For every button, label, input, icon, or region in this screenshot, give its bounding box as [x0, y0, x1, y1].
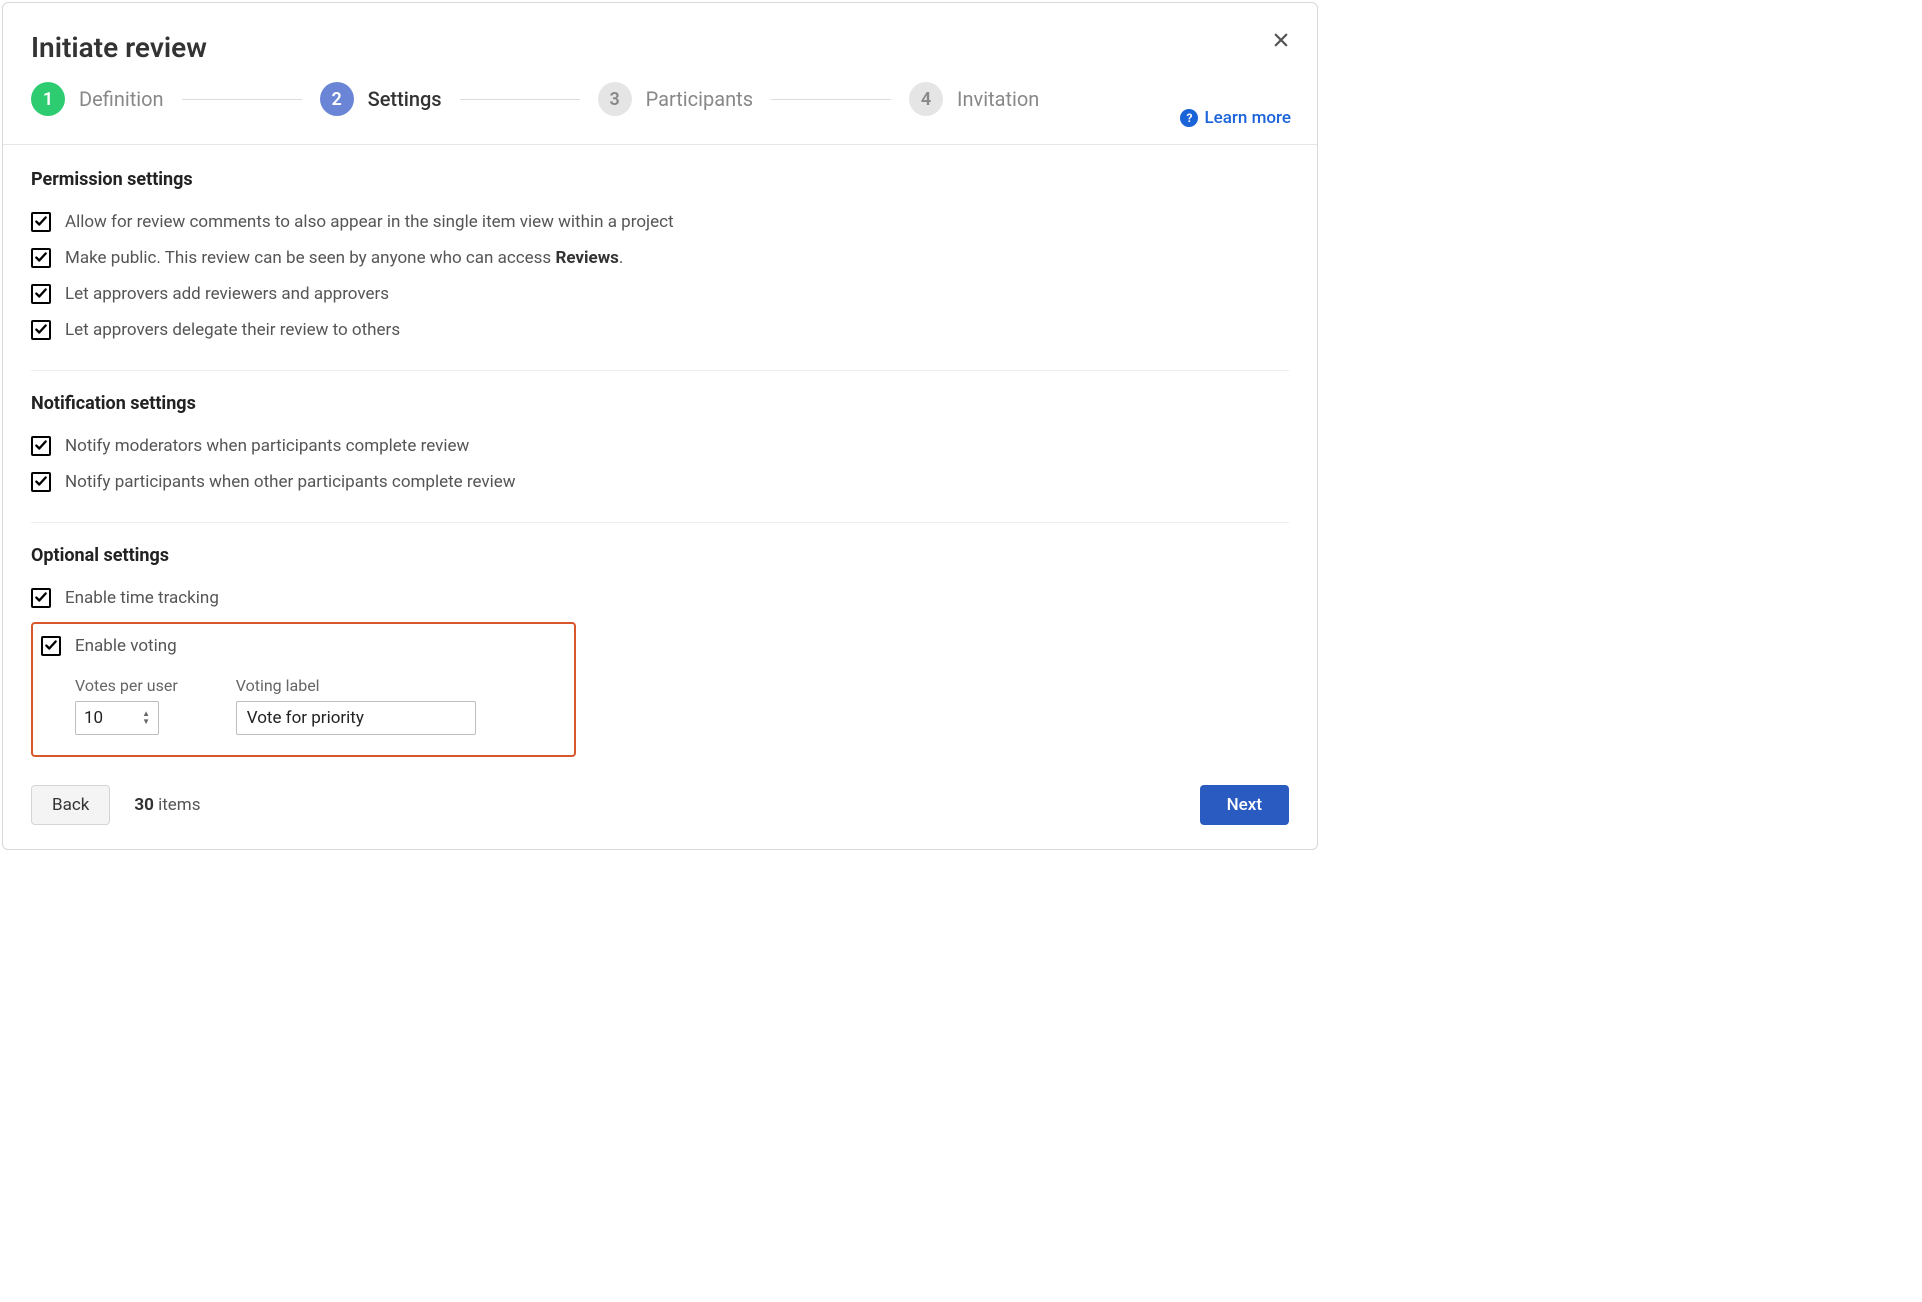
dialog-header: Initiate review 1 Definition 2 Settings …: [3, 3, 1317, 144]
allow-comments-row: Allow for review comments to also appear…: [31, 204, 1289, 240]
allow-comments-checkbox[interactable]: [31, 212, 51, 232]
step-connector: [460, 99, 580, 100]
check-icon: [34, 589, 48, 608]
check-icon: [34, 285, 48, 304]
items-count-number: 30: [134, 795, 154, 815]
close-icon: [1272, 31, 1290, 52]
dialog-title: Initiate review: [31, 31, 1289, 64]
back-button[interactable]: Back: [31, 785, 110, 825]
time-tracking-checkbox[interactable]: [31, 588, 51, 608]
check-icon: [34, 213, 48, 232]
items-count-word: items: [154, 795, 201, 815]
votes-per-user-input[interactable]: 10 ▲▼: [75, 701, 159, 735]
step-connector: [771, 99, 891, 100]
make-public-row: Make public. This review can be seen by …: [31, 240, 1289, 276]
step-number: 2: [320, 82, 354, 116]
check-icon: [34, 321, 48, 340]
step-definition[interactable]: 1 Definition: [31, 82, 164, 116]
section-title: Notification settings: [31, 393, 1289, 414]
step-label: Definition: [79, 87, 164, 111]
step-connector: [182, 99, 302, 100]
section-title: Permission settings: [31, 169, 1289, 190]
delegate-row: Let approvers delegate their review to o…: [31, 312, 1289, 348]
step-label: Settings: [368, 87, 442, 111]
votes-per-user-label: Votes per user: [75, 676, 178, 695]
step-label: Participants: [646, 87, 753, 111]
delegate-checkbox[interactable]: [31, 320, 51, 340]
learn-more-link[interactable]: ? Learn more: [1180, 108, 1291, 128]
notify-moderators-checkbox[interactable]: [31, 436, 51, 456]
make-public-label: Make public. This review can be seen by …: [65, 248, 623, 268]
step-invitation[interactable]: 4 Invitation: [909, 82, 1039, 116]
voting-label-input[interactable]: Vote for priority: [236, 701, 476, 735]
notify-moderators-label: Notify moderators when participants comp…: [65, 436, 469, 456]
dialog-body: Permission settings Allow for review com…: [3, 145, 1317, 767]
notify-participants-label: Notify participants when other participa…: [65, 472, 516, 492]
check-icon: [34, 437, 48, 456]
items-count: 30 items: [134, 795, 200, 815]
voting-label-value: Vote for priority: [247, 708, 364, 728]
make-public-checkbox[interactable]: [31, 248, 51, 268]
time-tracking-row: Enable time tracking: [31, 580, 1289, 616]
initiate-review-dialog: Initiate review 1 Definition 2 Settings …: [2, 2, 1318, 850]
check-icon: [34, 473, 48, 492]
next-button[interactable]: Next: [1200, 785, 1289, 825]
voting-highlight-box: Enable voting Votes per user 10 ▲▼ Vot: [31, 622, 576, 757]
step-number: 1: [31, 82, 65, 116]
learn-more-label: Learn more: [1204, 108, 1291, 128]
allow-comments-label: Allow for review comments to also appear…: [65, 212, 674, 232]
voting-fields: Votes per user 10 ▲▼ Voting label Vote f…: [41, 676, 566, 735]
permission-settings-section: Permission settings Allow for review com…: [31, 169, 1289, 348]
number-stepper-icon[interactable]: ▲▼: [142, 710, 150, 726]
notify-participants-row: Notify participants when other participa…: [31, 464, 1289, 500]
add-reviewers-label: Let approvers add reviewers and approver…: [65, 284, 389, 304]
enable-voting-label: Enable voting: [75, 636, 177, 656]
enable-voting-checkbox[interactable]: [41, 636, 61, 656]
step-number: 4: [909, 82, 943, 116]
step-number: 3: [598, 82, 632, 116]
delegate-label: Let approvers delegate their review to o…: [65, 320, 400, 340]
make-public-strong: Reviews: [555, 248, 618, 268]
footer-left: Back 30 items: [31, 785, 200, 825]
optional-settings-section: Optional settings Enable time tracking: [31, 545, 1289, 757]
notify-moderators-row: Notify moderators when participants comp…: [31, 428, 1289, 464]
notification-settings-section: Notification settings Notify moderators …: [31, 393, 1289, 500]
make-public-prefix: Make public. This review can be seen by …: [65, 248, 555, 268]
dialog-footer: Back 30 items Next: [3, 767, 1317, 849]
help-icon: ?: [1180, 109, 1198, 127]
votes-per-user-group: Votes per user 10 ▲▼: [75, 676, 178, 735]
section-title: Optional settings: [31, 545, 1289, 566]
votes-per-user-value: 10: [84, 708, 103, 728]
voting-label-group: Voting label Vote for priority: [236, 676, 476, 735]
voting-label-label: Voting label: [236, 676, 476, 695]
make-public-suffix: .: [619, 248, 623, 268]
step-label: Invitation: [957, 87, 1039, 111]
close-button[interactable]: [1267, 27, 1295, 55]
add-reviewers-checkbox[interactable]: [31, 284, 51, 304]
enable-voting-row: Enable voting: [41, 634, 566, 664]
check-icon: [44, 637, 58, 656]
check-icon: [34, 249, 48, 268]
section-divider: [31, 370, 1289, 371]
time-tracking-label: Enable time tracking: [65, 588, 219, 608]
notify-participants-checkbox[interactable]: [31, 472, 51, 492]
step-participants[interactable]: 3 Participants: [598, 82, 753, 116]
step-settings[interactable]: 2 Settings: [320, 82, 442, 116]
wizard-stepper: 1 Definition 2 Settings 3 Participants 4…: [31, 82, 1289, 134]
section-divider: [31, 522, 1289, 523]
add-reviewers-row: Let approvers add reviewers and approver…: [31, 276, 1289, 312]
